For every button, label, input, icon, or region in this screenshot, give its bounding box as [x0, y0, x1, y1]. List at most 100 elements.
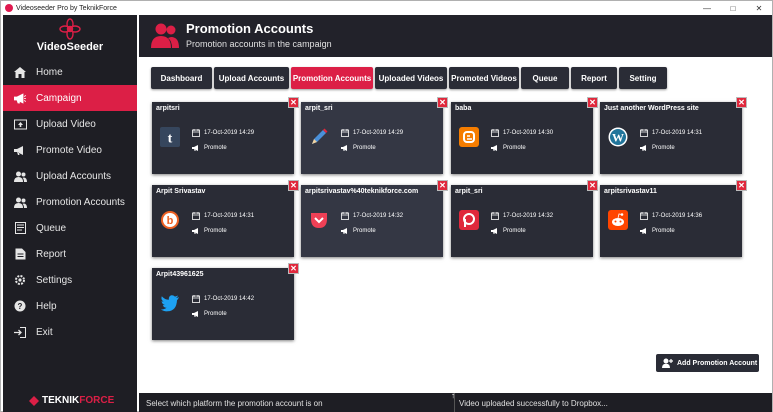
promote-status: Promote	[204, 145, 227, 151]
users-icon	[13, 196, 27, 208]
arrow-up-icon: ↑	[451, 391, 455, 400]
close-icon: ✕	[289, 181, 298, 190]
account-card[interactable]: arpitsrivastav11 ✕ 17-Oct-2019 14:36 Pro…	[600, 180, 747, 257]
close-icon: ✕	[289, 98, 298, 107]
help-icon: ?	[13, 300, 27, 312]
logo-text: VideoSeeder	[36, 41, 104, 53]
megaphone-icon	[491, 228, 497, 234]
twitter-icon	[160, 293, 180, 313]
remove-account-button[interactable]: ✕	[587, 180, 598, 191]
sidebar-item-label: Queue	[36, 222, 67, 234]
queue-icon	[13, 222, 27, 234]
tab-queue[interactable]: Queue	[521, 67, 569, 89]
account-name: baba	[455, 105, 472, 112]
sidebar-item-label: Settings	[36, 274, 73, 286]
account-card[interactable]: Just another WordPress site ✕ W 17-Oct-2…	[600, 97, 747, 174]
close-icon: ✕	[438, 181, 447, 190]
sidebar-item-settings[interactable]: Settings	[3, 267, 137, 293]
account-card[interactable]: Arpit43961625 ✕ 17-Oct-2019 14:42 Promot…	[152, 263, 299, 340]
sidebar-item-upload-video[interactable]: Upload Video	[3, 111, 137, 137]
megaphone-icon	[491, 145, 497, 151]
tab-report[interactable]: Report	[571, 67, 617, 89]
sidebar-item-promotion-accounts[interactable]: Promotion Accounts	[3, 189, 137, 215]
users-icon	[13, 170, 27, 182]
sidebar-item-label: Help	[36, 300, 57, 312]
app-icon	[5, 4, 13, 12]
sidebar-item-upload-accounts[interactable]: Upload Accounts	[3, 163, 137, 189]
tab-setting[interactable]: Setting	[619, 67, 667, 89]
account-name: arpitsrivastav%40teknikforce.com	[305, 188, 419, 195]
remove-account-button[interactable]: ✕	[437, 97, 448, 108]
tumblr-icon: t	[160, 127, 180, 147]
megaphone-icon	[341, 145, 347, 151]
remove-account-button[interactable]: ✕	[288, 263, 299, 274]
account-card[interactable]: arpitsrivastav%40teknikforce.com ✕ 17-Oc…	[301, 180, 448, 257]
bitly-icon: b	[160, 210, 180, 230]
calendar-icon	[192, 129, 200, 137]
sidebar-item-label: Promote Video	[36, 144, 102, 156]
home-icon	[13, 66, 27, 78]
remove-account-button[interactable]: ✕	[437, 180, 448, 191]
calendar-icon	[192, 212, 200, 220]
page-header: Promotion Accounts Promotion accounts in…	[139, 15, 772, 57]
calendar-icon	[640, 212, 648, 220]
tab-promotion-accounts[interactable]: Promotion Accounts	[291, 67, 373, 89]
tab-promoted-videos[interactable]: Promoted Videos	[449, 67, 519, 89]
sidebar-item-queue[interactable]: Queue	[3, 215, 137, 241]
brand-teknik: TEKNIK	[42, 395, 80, 406]
account-card[interactable]: arpit_sri ✕ 17-Oct-2019 14:29 Promote	[301, 97, 448, 174]
sidebar-item-label: Report	[36, 248, 67, 260]
calendar-icon	[192, 295, 200, 303]
megaphone-icon	[341, 228, 347, 234]
promote-status: Promote	[353, 145, 376, 151]
remove-account-button[interactable]: ✕	[736, 180, 747, 191]
svg-text:?: ?	[18, 302, 23, 311]
account-date: 17-Oct-2019 14:31	[652, 130, 703, 136]
remove-account-button[interactable]: ✕	[288, 180, 299, 191]
account-name: arpitsrivastav11	[604, 188, 657, 195]
account-name: Just another WordPress site	[604, 105, 699, 112]
tab-dashboard[interactable]: Dashboard	[151, 67, 212, 89]
promote-status: Promote	[503, 228, 526, 234]
sidebar-item-campaign[interactable]: Campaign	[3, 85, 137, 111]
reddit-icon	[608, 210, 628, 230]
account-card[interactable]: Arpit Srivastav ✕ b 17-Oct-2019 14:31 Pr…	[152, 180, 299, 257]
close-window-button[interactable]: ✕	[746, 1, 772, 15]
account-date: 17-Oct-2019 14:31	[204, 213, 255, 219]
promote-status: Promote	[652, 145, 675, 151]
tab-upload-accounts[interactable]: Upload Accounts	[214, 67, 289, 89]
megaphone-icon	[192, 228, 198, 234]
account-name: arpitsri	[156, 105, 180, 112]
sidebar-item-help[interactable]: ? Help	[3, 293, 137, 319]
remove-account-button[interactable]: ✕	[288, 97, 299, 108]
window-title: Videoseeder Pro by TeknikForce	[16, 4, 117, 12]
minimize-button[interactable]: —	[694, 1, 720, 15]
svg-text:W: W	[612, 131, 624, 145]
sidebar-item-promote-video[interactable]: Promote Video	[3, 137, 137, 163]
close-icon: ✕	[737, 98, 746, 107]
teknikforce-logo: TEKNIK FORCE	[29, 395, 114, 406]
account-card[interactable]: baba ✕ 17-Oct-2019 14:30 Promote	[451, 97, 598, 174]
maximize-button[interactable]: □	[720, 1, 746, 15]
wordpress-icon: W	[608, 127, 628, 147]
calendar-icon	[491, 212, 499, 220]
sidebar-item-exit[interactable]: Exit	[3, 319, 137, 345]
tab-uploaded-videos[interactable]: Uploaded Videos	[375, 67, 447, 89]
account-name: Arpit43961625	[156, 271, 204, 278]
remove-account-button[interactable]: ✕	[587, 97, 598, 108]
add-user-icon	[662, 358, 673, 368]
promote-status: Promote	[204, 311, 227, 317]
sidebar-item-home[interactable]: Home	[3, 59, 137, 85]
logo: VideoSeeder	[3, 15, 137, 57]
plurk-icon	[459, 210, 479, 230]
remove-account-button[interactable]: ✕	[736, 97, 747, 108]
account-name: arpit_sri	[305, 105, 333, 112]
account-card[interactable]: arpitsri ✕ t 17-Oct-2019 14:29 Promote	[152, 97, 299, 174]
account-card[interactable]: arpit_sri ✕ 17-Oct-2019 14:32 Promote	[451, 180, 598, 257]
promote-status: Promote	[353, 228, 376, 234]
megaphone-icon	[13, 144, 27, 156]
sidebar-item-report[interactable]: Report	[3, 241, 137, 267]
add-promotion-account-button[interactable]: Add Promotion Account	[656, 354, 759, 372]
sidebar-item-label: Home	[36, 66, 63, 78]
sidebar: VideoSeeder Home Campaign Upload Video P…	[3, 15, 137, 412]
